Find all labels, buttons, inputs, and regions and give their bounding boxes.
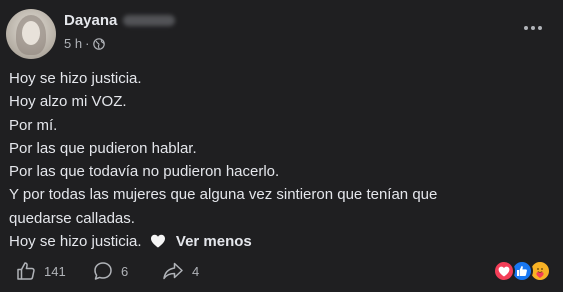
post-text: Hoy se hizo justicia. Hoy alzo mi VOZ. P… <box>9 67 554 253</box>
like-button[interactable]: 141 <box>16 261 66 281</box>
comment-button[interactable]: 6 <box>93 261 128 281</box>
see-less-link[interactable]: Ver menos <box>176 233 252 250</box>
more-horizontal-icon-dot <box>538 26 542 30</box>
post-text-line: Hoy se hizo justicia. <box>9 233 142 251</box>
post-text-line: Por las que todavía no pudieron hacerlo. <box>9 163 280 181</box>
share-button[interactable]: 4 <box>162 261 199 281</box>
post-text-line: quedarse calladas. <box>9 209 135 227</box>
post-text-line: Por mí. <box>9 116 58 134</box>
post-text-last-line: Hoy se hizo justicia. Ver menos <box>9 230 554 253</box>
post-timestamp[interactable]: 5 h <box>64 36 82 51</box>
post-text-line: Y por todas las mujeres que alguna vez s… <box>9 186 438 204</box>
more-horizontal-icon-dot <box>531 26 535 30</box>
thumbs-up-glyph-icon <box>517 266 527 276</box>
post-meta: 5 h · <box>64 36 106 51</box>
author-name[interactable]: Dayana <box>64 12 176 29</box>
reaction-summary[interactable] <box>493 260 557 284</box>
like-count: 141 <box>44 263 66 279</box>
author-first-name[interactable]: Dayana <box>64 12 117 29</box>
comment-count: 6 <box>121 263 129 279</box>
author-last-name-blurred <box>123 15 176 26</box>
share-arrow-icon <box>163 262 183 280</box>
comment-bubble-icon <box>94 262 112 280</box>
share-count: 4 <box>192 263 200 279</box>
facebook-post: Dayana 5 h · Hoy se hizo justicia. Hoy a… <box>0 0 563 292</box>
more-horizontal-icon <box>524 26 528 30</box>
care-face-glyph-icon <box>534 264 546 278</box>
avatar[interactable] <box>6 9 56 59</box>
globe-icon[interactable] <box>93 37 106 50</box>
post-text-line: Hoy se hizo justicia. <box>9 70 142 87</box>
post-text-line: Por las que pudieron hablar. <box>9 139 197 157</box>
love-reaction-icon <box>493 260 515 282</box>
thumbs-up-icon <box>17 262 35 280</box>
heart-glyph-icon <box>498 266 510 276</box>
white-heart-icon <box>150 234 165 248</box>
avatar-face <box>22 21 40 45</box>
post-text-line: Hoy alzo mi VOZ. <box>9 93 127 111</box>
more-options-button[interactable] <box>519 18 547 38</box>
meta-separator: · <box>85 36 90 51</box>
